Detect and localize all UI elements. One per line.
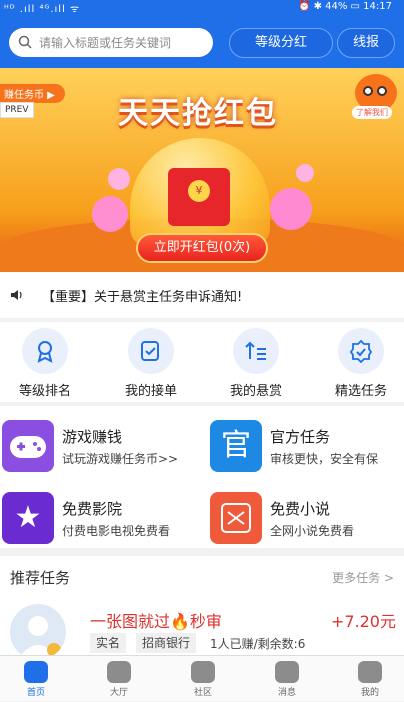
star-icon: ★ [2,492,54,544]
card-title: 免费小说 [270,500,331,518]
earn-coins-tag[interactable]: 赚任务币 ▶ [0,84,65,103]
bounty-icon [233,328,279,374]
card-free-cinema[interactable]: ★ 免费影院 付费电影电视免费看 [2,478,202,548]
card-title: 游戏赚钱 [62,428,123,446]
card-subtitle: 全网小说免费看 [270,524,355,538]
status-right-indicators: ⏰ ✱ 44% ▭ 14:17 [297,1,392,12]
tag-chip: 实名 [90,633,127,653]
search-placeholder: 请输入标题或任务关键词 [39,36,172,50]
card-subtitle: 付费电影电视免费看 [62,524,171,538]
recommended-section: 推荐任务 更多任务 > 一张图就过🔥秒审 +7.20元 实名 招商银行 1人已赚… [0,556,404,660]
speaker-icon [11,290,22,300]
banner-title: 天天抢红包 [118,96,278,131]
novel-icon [210,492,262,544]
official-icon: 官 [210,420,262,472]
ranking-icon [22,328,68,374]
home-icon [24,661,48,683]
tab-label: 社区 [193,688,212,698]
card-free-novels[interactable]: 免费小说 全网小说免费看 [210,478,404,548]
level-bonus-button[interactable]: 等级分红 [229,28,333,58]
quick-label: 我的悬赏 [229,384,282,399]
signal-indicators: ᴴᴰ .ıll ⁴ᴳ.ıll ᯤ [4,4,81,15]
coin-icon: ¥ [188,180,210,202]
selected-icon [338,328,384,374]
decor-ball [108,168,130,190]
message-icon [275,661,299,683]
decor-ball [92,196,128,232]
quick-report-button[interactable]: 线报 [337,28,395,58]
gamepad-icon [2,420,54,472]
quick-my-orders[interactable]: 我的接单 [111,328,191,399]
banner-prev-button[interactable]: PREV [0,102,34,118]
search-icon [18,35,32,49]
orders-icon [128,328,174,374]
tab-label: 我的 [360,688,379,698]
section-title: 推荐任务 [10,569,71,587]
card-subtitle: 试玩游戏赚任务币>> [62,452,179,466]
card-title: 免费影院 [62,500,123,518]
tab-label: 首页 [26,688,45,698]
decor-ball [296,164,314,182]
tab-label: 消息 [277,688,296,698]
search-input[interactable]: 请输入标题或任务关键词 [9,28,213,57]
profile-icon [358,661,382,683]
community-icon [191,661,215,683]
card-official-tasks[interactable]: 官 官方任务 审核更快，安全有保 [210,406,404,476]
status-bar: ᴴᴰ .ıll ⁴ᴳ.ıll ᯤ ⏰ ✱ 44% ▭ 14:17 [0,0,404,15]
task-title: 一张图就过🔥秒审 [90,612,222,631]
quick-label: 精选任务 [334,384,387,399]
quick-actions: 等级排名 我的接单 我的悬赏 精选任务 [0,322,404,402]
tab-home[interactable]: 首页 [6,656,66,702]
task-price: +7.20元 [330,612,396,631]
avatar [10,604,66,660]
mascot-eye [363,86,373,96]
about-us-label[interactable]: 了解我们 [352,106,392,119]
top-bar: 请输入标题或任务关键词 等级分红 线报 [0,14,404,68]
notice-text: 【重要】关于悬赏主任务申诉通知! [42,290,243,305]
quick-selected-tasks[interactable]: 精选任务 [321,328,401,399]
tag-chip: 招商银行 [136,633,197,653]
tab-profile[interactable]: 我的 [340,656,400,702]
tab-messages[interactable]: 消息 [257,656,317,702]
feature-cards: 游戏赚钱 试玩游戏赚任务币>> 官 官方任务 审核更快，安全有保 ★ 免费影院 … [0,406,404,548]
tab-hall[interactable]: 大厅 [89,656,149,702]
mascot-eye [377,86,387,96]
decor-ball [270,188,312,230]
bottom-tab-bar: 首页 大厅 社区 消息 我的 [0,655,404,701]
card-game-earn[interactable]: 游戏赚钱 试玩游戏赚任务币>> [2,406,202,476]
quick-label: 我的接单 [124,384,177,399]
tab-community[interactable]: 社区 [173,656,233,702]
task-count: 1人已赚/剩余数:6 [210,637,306,651]
more-tasks-link[interactable]: 更多任务 > [332,569,394,586]
quick-level-ranking[interactable]: 等级排名 [5,328,85,399]
card-subtitle: 审核更快，安全有保 [270,452,379,466]
red-envelope: ¥ [168,168,230,226]
red-packet-banner[interactable]: ¥ 赚任务币 ▶ PREV 天天抢红包 了解我们 立即开红包(0次) [0,68,404,272]
tab-label: 大厅 [109,688,128,698]
quick-my-bounties[interactable]: 我的悬赏 [216,328,296,399]
notice-bar[interactable]: 【重要】关于悬赏主任务申诉通知! [0,272,404,318]
open-red-packet-button[interactable]: 立即开红包(0次) [136,233,268,263]
calendar-icon [107,661,131,683]
quick-label: 等级排名 [18,384,71,399]
card-title: 官方任务 [270,428,331,446]
